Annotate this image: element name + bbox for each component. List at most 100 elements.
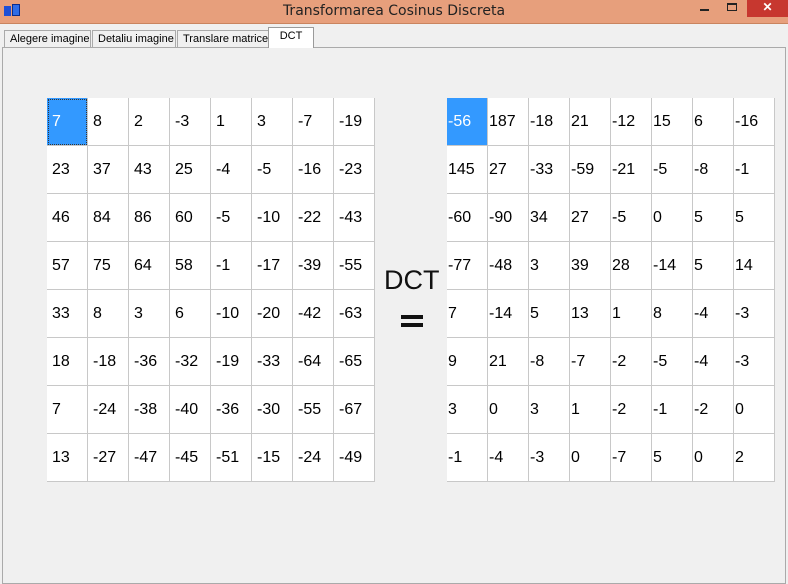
matrix-cell[interactable]: 15 (652, 98, 693, 146)
matrix-cell[interactable]: 18 (47, 338, 88, 386)
matrix-cell[interactable]: -30 (252, 386, 293, 434)
matrix-cell[interactable]: -64 (293, 338, 334, 386)
matrix-cell[interactable]: 7 (447, 290, 488, 338)
matrix-cell[interactable]: -12 (611, 98, 652, 146)
matrix-cell[interactable]: 57 (47, 242, 88, 290)
matrix-cell[interactable]: -38 (129, 386, 170, 434)
matrix-cell[interactable]: -27 (88, 434, 129, 482)
input-matrix-grid[interactable]: 7 8 2 -3 1 3 -7 -19 23 37 43 25 -4 -5 -16 -23 46 84 86 60 -5… (47, 98, 375, 482)
matrix-cell[interactable]: 8 (88, 98, 129, 146)
matrix-cell[interactable]: 5 (734, 194, 775, 242)
matrix-cell[interactable]: -1 (211, 242, 252, 290)
matrix-cell[interactable]: 187 (488, 98, 529, 146)
matrix-cell[interactable]: 0 (488, 386, 529, 434)
matrix-cell[interactable]: 2 (129, 98, 170, 146)
matrix-cell[interactable]: -4 (693, 290, 734, 338)
matrix-cell[interactable]: 86 (129, 194, 170, 242)
matrix-cell[interactable]: -45 (170, 434, 211, 482)
matrix-cell[interactable]: -21 (611, 146, 652, 194)
matrix-cell[interactable]: -16 (293, 146, 334, 194)
matrix-cell[interactable]: -59 (570, 146, 611, 194)
matrix-cell[interactable]: -63 (334, 290, 375, 338)
matrix-cell[interactable]: -20 (252, 290, 293, 338)
matrix-cell[interactable]: -5 (211, 194, 252, 242)
matrix-cell[interactable]: -8 (529, 338, 570, 386)
matrix-cell[interactable]: -3 (734, 338, 775, 386)
matrix-cell[interactable]: -23 (334, 146, 375, 194)
matrix-cell[interactable]: -14 (652, 242, 693, 290)
matrix-cell[interactable]: 37 (88, 146, 129, 194)
matrix-cell[interactable]: -77 (447, 242, 488, 290)
matrix-cell[interactable]: -22 (293, 194, 334, 242)
matrix-cell[interactable]: -5 (652, 146, 693, 194)
matrix-cell[interactable]: -3 (734, 290, 775, 338)
matrix-cell[interactable]: -4 (488, 434, 529, 482)
matrix-cell[interactable]: 34 (529, 194, 570, 242)
matrix-cell[interactable]: 25 (170, 146, 211, 194)
matrix-cell[interactable]: 28 (611, 242, 652, 290)
matrix-cell[interactable]: -17 (252, 242, 293, 290)
matrix-cell[interactable]: 145 (447, 146, 488, 194)
matrix-cell[interactable]: 3 (529, 242, 570, 290)
matrix-cell[interactable]: 33 (47, 290, 88, 338)
matrix-cell[interactable]: -16 (734, 98, 775, 146)
matrix-cell[interactable]: 13 (47, 434, 88, 482)
matrix-cell[interactable]: -14 (488, 290, 529, 338)
matrix-cell[interactable]: 58 (170, 242, 211, 290)
matrix-cell[interactable]: -7 (293, 98, 334, 146)
matrix-cell[interactable]: 21 (570, 98, 611, 146)
matrix-cell[interactable]: 5 (693, 242, 734, 290)
matrix-cell[interactable]: 13 (570, 290, 611, 338)
matrix-cell[interactable]: -33 (252, 338, 293, 386)
matrix-cell[interactable]: -24 (88, 386, 129, 434)
matrix-cell[interactable]: -60 (447, 194, 488, 242)
matrix-cell[interactable]: 21 (488, 338, 529, 386)
matrix-cell[interactable]: 6 (693, 98, 734, 146)
matrix-cell[interactable]: 0 (652, 194, 693, 242)
matrix-cell[interactable]: -5 (252, 146, 293, 194)
matrix-cell[interactable]: -36 (129, 338, 170, 386)
matrix-cell[interactable]: 27 (488, 146, 529, 194)
matrix-cell[interactable]: -7 (611, 434, 652, 482)
matrix-cell[interactable]: 5 (652, 434, 693, 482)
matrix-cell[interactable]: 3 (252, 98, 293, 146)
matrix-cell[interactable]: 1 (611, 290, 652, 338)
minimize-button[interactable] (691, 0, 717, 17)
matrix-cell[interactable]: -15 (252, 434, 293, 482)
matrix-cell[interactable]: -42 (293, 290, 334, 338)
matrix-cell[interactable]: 3 (447, 386, 488, 434)
close-button[interactable]: ✕ (747, 0, 788, 17)
matrix-cell[interactable]: -10 (252, 194, 293, 242)
matrix-cell[interactable]: -4 (211, 146, 252, 194)
matrix-cell[interactable]: -47 (129, 434, 170, 482)
matrix-cell[interactable]: -3 (170, 98, 211, 146)
matrix-cell[interactable]: 1 (211, 98, 252, 146)
matrix-cell[interactable]: -5 (611, 194, 652, 242)
matrix-cell[interactable]: -48 (488, 242, 529, 290)
matrix-cell[interactable]: -51 (211, 434, 252, 482)
matrix-cell[interactable]: 3 (529, 386, 570, 434)
matrix-cell[interactable]: 75 (88, 242, 129, 290)
matrix-cell[interactable]: -56 (447, 98, 488, 146)
matrix-cell[interactable]: -32 (170, 338, 211, 386)
matrix-cell[interactable]: 64 (129, 242, 170, 290)
matrix-cell[interactable]: -90 (488, 194, 529, 242)
matrix-cell[interactable]: 1 (570, 386, 611, 434)
matrix-cell[interactable]: -2 (611, 386, 652, 434)
matrix-cell[interactable]: 5 (529, 290, 570, 338)
matrix-cell[interactable]: -18 (88, 338, 129, 386)
matrix-cell[interactable]: -1 (447, 434, 488, 482)
matrix-cell[interactable]: -49 (334, 434, 375, 482)
matrix-cell[interactable]: -19 (334, 98, 375, 146)
matrix-cell[interactable]: 9 (447, 338, 488, 386)
matrix-cell[interactable]: -43 (334, 194, 375, 242)
matrix-cell[interactable]: 27 (570, 194, 611, 242)
matrix-cell[interactable]: 5 (693, 194, 734, 242)
matrix-cell[interactable]: -1 (734, 146, 775, 194)
matrix-cell[interactable]: -7 (570, 338, 611, 386)
matrix-cell[interactable]: -40 (170, 386, 211, 434)
maximize-button[interactable] (719, 0, 745, 17)
matrix-cell[interactable]: -55 (334, 242, 375, 290)
matrix-cell[interactable]: -18 (529, 98, 570, 146)
matrix-cell[interactable]: 23 (47, 146, 88, 194)
